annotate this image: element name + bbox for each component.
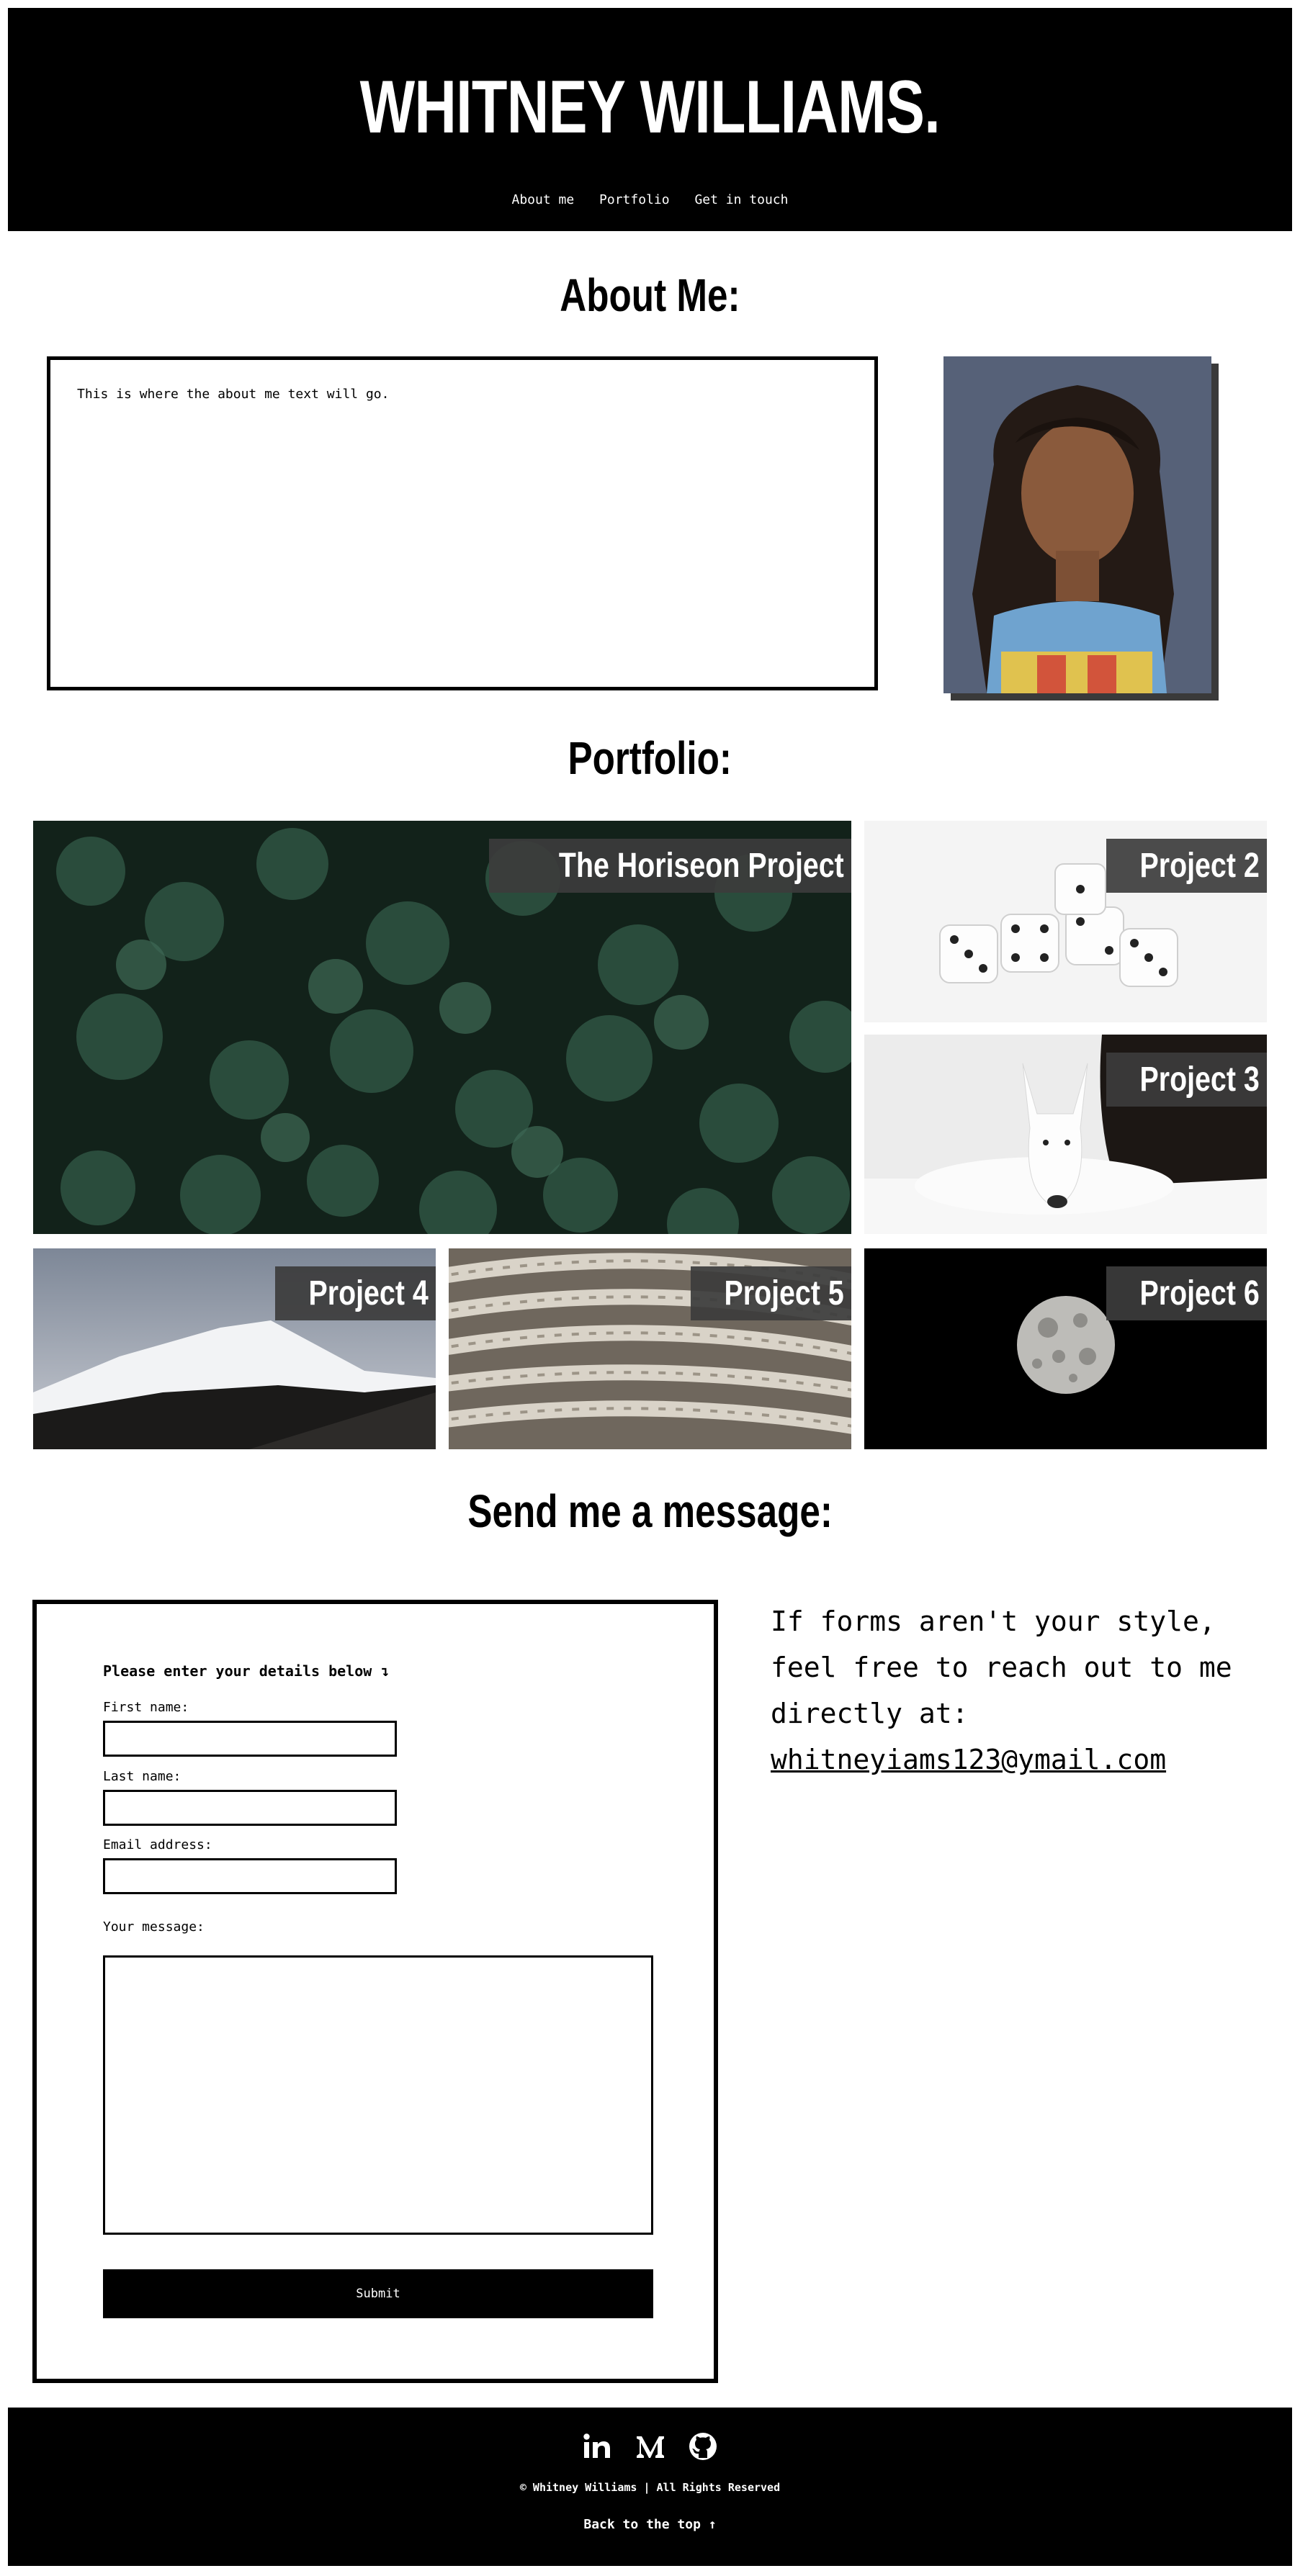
email-link[interactable]: whitneyiams123@ymail.com [771, 1744, 1166, 1775]
linkedin-icon[interactable] [581, 2431, 613, 2462]
alt-contact-text: If forms aren't your style, feel free to… [771, 1606, 1232, 1729]
project-title: Project 5 [691, 1266, 851, 1320]
profile-photo [943, 356, 1211, 693]
site-header: WHITNEY WILLIAMS. About me Portfolio Get… [8, 8, 1292, 231]
alt-contact: If forms aren't your style, feel free to… [771, 1598, 1268, 1783]
project-tile-4[interactable]: Project 4 [33, 1248, 436, 1449]
last-name-input[interactable] [103, 1790, 397, 1826]
project-title: Project 3 [1106, 1053, 1267, 1107]
project-tile-6[interactable]: Project 6 [864, 1248, 1267, 1449]
submit-button[interactable]: Submit [103, 2269, 653, 2318]
project-title: Project 6 [1106, 1266, 1267, 1320]
project-title: Project 4 [275, 1266, 436, 1320]
last-name-label: Last name: [103, 1769, 181, 1784]
nav-link-about[interactable]: About me [512, 192, 575, 207]
contact-heading: Send me a message: [467, 1485, 833, 1537]
email-label: Email address: [103, 1837, 212, 1852]
back-to-top-link[interactable]: Back to the top ↑ [8, 2517, 1292, 2532]
project-tile-2[interactable]: Project 2 [864, 821, 1267, 1022]
copyright: © Whitney Williams | All Rights Reserved [519, 2481, 781, 2494]
project-title: Project 2 [1106, 839, 1267, 893]
site-footer: © Whitney Williams | All Rights Reserved… [8, 2408, 1292, 2566]
portfolio-heading: Portfolio: [568, 732, 732, 784]
about-text: This is where the about me text will go. [77, 387, 390, 402]
project-tile-3[interactable]: Project 3 [864, 1035, 1267, 1234]
main-nav: About me Portfolio Get in touch [8, 192, 1292, 207]
form-intro: Please enter your details below ↴ [103, 1662, 390, 1680]
medium-icon[interactable] [635, 2431, 666, 2462]
message-textarea[interactable] [103, 1955, 653, 2235]
github-icon[interactable] [687, 2431, 719, 2462]
nav-link-contact[interactable]: Get in touch [694, 192, 788, 207]
first-name-label: First name: [103, 1700, 189, 1715]
site-title: WHITNEY WILLIAMS. [359, 66, 941, 149]
first-name-input[interactable] [103, 1721, 397, 1757]
project-tile-horiseon[interactable]: The Horiseon Project [33, 821, 851, 1234]
project-tile-5[interactable]: Project 5 [449, 1248, 851, 1449]
contact-form: Please enter your details below ↴ First … [32, 1600, 718, 2383]
email-input[interactable] [103, 1858, 397, 1894]
project-title: The Horiseon Project [489, 839, 851, 893]
nav-link-portfolio[interactable]: Portfolio [599, 192, 670, 207]
message-label: Your message: [103, 1919, 205, 1935]
about-heading: About Me: [560, 269, 740, 321]
social-links [8, 2431, 1292, 2462]
about-text-box: This is where the about me text will go. [47, 356, 878, 690]
